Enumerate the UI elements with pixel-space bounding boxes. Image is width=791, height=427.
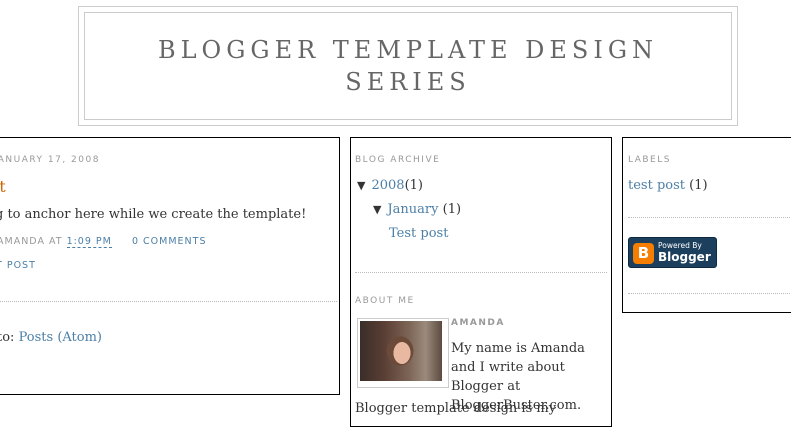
- divider: [628, 217, 791, 218]
- post-comments-link[interactable]: 0 COMMENTS: [132, 236, 207, 247]
- subscribe-line: to: Posts (Atom): [0, 330, 102, 345]
- label-test-post-link[interactable]: test post: [628, 178, 685, 193]
- collapse-triangle-icon[interactable]: ▼: [373, 203, 381, 216]
- profile-photo: [360, 321, 442, 381]
- older-post-link[interactable]: ST POST: [0, 260, 36, 271]
- sidebar-archive-about: BLOG ARCHIVE ▼ 2008(1) ▼ January (1) Test …: [350, 137, 612, 427]
- label-item: test post (1): [628, 178, 708, 193]
- post-body: g to anchor here while we create the tem…: [0, 207, 307, 222]
- archive-heading: BLOG ARCHIVE: [355, 155, 441, 165]
- post-timestamp-link[interactable]: 1:09 PM: [66, 236, 112, 248]
- badge-powered-by-text: Powered By: [658, 241, 702, 250]
- blogger-logo-icon: B: [633, 243, 654, 264]
- post-author: AMANDA AT: [0, 236, 67, 247]
- about-heading: ABOUT ME: [355, 296, 415, 306]
- badge-blogger-text: Blogger: [658, 250, 711, 264]
- archive-year-link[interactable]: 2008: [371, 178, 404, 193]
- subscribe-atom-link[interactable]: Posts (Atom): [19, 330, 102, 345]
- profile-description-more: Blogger template design is my: [355, 401, 557, 416]
- archive-month-item: ▼ January (1): [373, 202, 461, 217]
- archive-year-count: (1): [404, 178, 423, 193]
- blog-title[interactable]: BLOGGER TEMPLATE DESIGN SERIES: [148, 34, 668, 98]
- blog-header-inner: BLOGGER TEMPLATE DESIGN SERIES: [84, 12, 732, 120]
- collapse-triangle-icon[interactable]: ▼: [357, 179, 365, 192]
- post-date: , JANUARY 17, 2008: [0, 155, 100, 165]
- powered-by-blogger-badge[interactable]: B Powered By Blogger: [628, 237, 717, 268]
- divider: [628, 293, 791, 294]
- blog-header: BLOGGER TEMPLATE DESIGN SERIES: [78, 6, 738, 126]
- archive-month-link[interactable]: January: [387, 202, 438, 217]
- divider: [355, 272, 607, 273]
- labels-heading: LABELS: [628, 155, 671, 165]
- post-title-link[interactable]: st: [0, 177, 6, 196]
- profile-name-link[interactable]: AMANDA: [451, 318, 505, 328]
- archive-year-item: ▼ 2008(1): [357, 178, 423, 193]
- divider: [0, 301, 337, 302]
- archive-month-count: (1): [442, 202, 462, 217]
- label-count: (1): [689, 178, 708, 193]
- archive-post-link[interactable]: Test post: [389, 226, 448, 241]
- profile-avatar[interactable]: [357, 318, 449, 388]
- sidebar-labels: LABELS test post (1) B Powered By Blogge…: [622, 137, 791, 313]
- subscribe-prefix: to:: [0, 330, 15, 345]
- main-column: , JANUARY 17, 2008 st g to anchor here w…: [0, 137, 340, 395]
- post-footer: AMANDA AT 1:09 PM 0 COMMENTS: [0, 236, 207, 248]
